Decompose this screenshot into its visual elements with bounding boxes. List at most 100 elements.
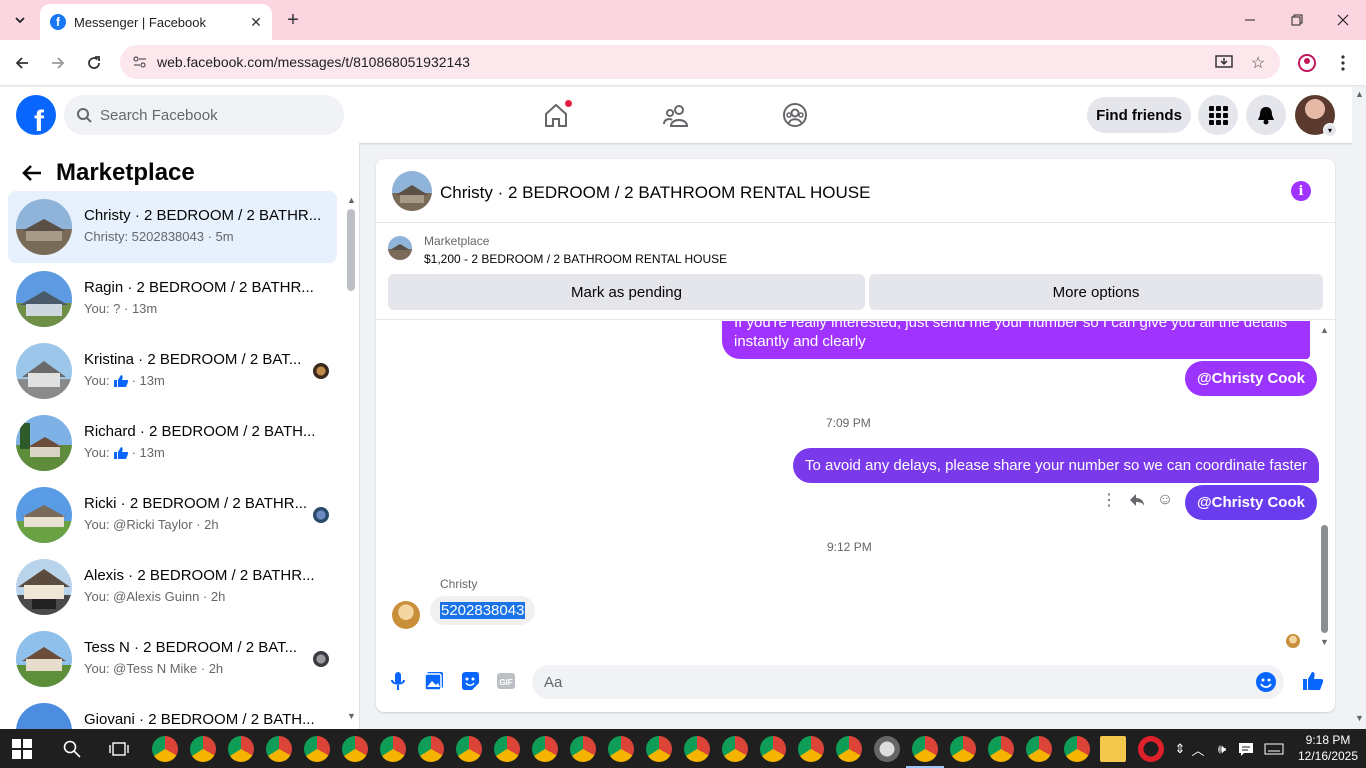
chrome-taskbar-icon[interactable] [988, 736, 1014, 762]
conversation-item[interactable]: Richard · 2 BEDROOM / 2 BATH... You: · 1… [8, 407, 337, 479]
voice-clip-icon[interactable] [386, 669, 410, 693]
friends-nav[interactable] [660, 99, 692, 131]
chrome-taskbar-icon[interactable] [266, 736, 292, 762]
conversation-item[interactable]: Giovani · 2 BEDROOM / 2 BATH... [8, 695, 337, 729]
tab-close-icon[interactable]: ✕ [246, 12, 266, 32]
restore-button[interactable] [1285, 8, 1309, 32]
gif-icon[interactable]: GIF [494, 669, 518, 693]
tab-search-button[interactable] [6, 8, 34, 32]
chat-avatar[interactable] [392, 171, 432, 211]
chrome-taskbar-icon[interactable] [1026, 736, 1052, 762]
sticker-icon[interactable] [458, 669, 482, 693]
file-explorer-icon[interactable] [1100, 736, 1126, 762]
app-taskbar-icon[interactable] [874, 736, 900, 762]
new-tab-button[interactable]: + [282, 9, 304, 31]
chrome-taskbar-icon[interactable] [418, 736, 444, 762]
chrome-taskbar-icon[interactable] [304, 736, 330, 762]
notifications-button[interactable] [1246, 95, 1286, 135]
chrome-taskbar-icon[interactable] [228, 736, 254, 762]
reply-icon[interactable] [1123, 486, 1151, 514]
browser-menu-icon[interactable] [1333, 53, 1353, 73]
chat-title[interactable]: Christy · 2 BEDROOM / 2 BATHROOM RENTAL … [440, 183, 870, 203]
scroll-down-arrow[interactable]: ▼ [1320, 637, 1329, 647]
scroll-down-arrow[interactable]: ▼ [347, 711, 356, 721]
notification-center-icon[interactable] [1236, 739, 1256, 759]
outgoing-message[interactable]: To avoid any delays, please share your n… [793, 448, 1319, 483]
message-input[interactable]: Aa [532, 665, 1284, 699]
chrome-taskbar-icon[interactable] [342, 736, 368, 762]
conversation-item[interactable]: Kristina · 2 BEDROOM / 2 BAT... You: · 1… [8, 335, 337, 407]
outgoing-mention[interactable]: @Christy Cook [1185, 361, 1317, 396]
incoming-message[interactable]: 5202838043 [430, 596, 536, 625]
show-hidden-icons[interactable]: ︿ [1188, 739, 1208, 759]
account-avatar[interactable]: ▾ [1295, 95, 1337, 137]
scroll-up-arrow[interactable]: ▲ [1320, 325, 1329, 335]
scrollbar-thumb[interactable] [1321, 525, 1328, 633]
minimize-button[interactable] [1238, 8, 1262, 32]
keyboard-icon[interactable] [1264, 739, 1284, 759]
sender-avatar[interactable] [392, 601, 420, 629]
react-smiley-icon[interactable]: ☺ [1151, 486, 1179, 514]
chrome-taskbar-icon[interactable] [722, 736, 748, 762]
chrome-taskbar-icon[interactable] [646, 736, 672, 762]
more-actions-icon[interactable]: ⋮ [1095, 486, 1123, 514]
back-button[interactable] [20, 161, 44, 185]
chat-scrollbar[interactable]: ▲ ▼ [1320, 325, 1329, 649]
search-box[interactable]: Search Facebook [64, 95, 344, 135]
back-button[interactable] [10, 51, 34, 75]
conversation-item[interactable]: Alexis · 2 BEDROOM / 2 BATHR... You: @Al… [8, 551, 337, 623]
page-scrollbar[interactable]: ▲ ▼ [1352, 87, 1366, 729]
chrome-taskbar-icon[interactable] [798, 736, 824, 762]
chrome-taskbar-icon[interactable] [684, 736, 710, 762]
taskbar-overflow-icon[interactable]: ⇕ [1170, 739, 1190, 759]
task-view-icon[interactable] [109, 739, 129, 759]
search-icon[interactable] [62, 739, 82, 759]
chrome-taskbar-icon[interactable] [152, 736, 178, 762]
chrome-taskbar-icon[interactable] [950, 736, 976, 762]
volume-icon[interactable]: 🕪 [1212, 739, 1232, 759]
chrome-taskbar-icon[interactable] [836, 736, 862, 762]
chrome-taskbar-icon[interactable] [380, 736, 406, 762]
scroll-up-arrow[interactable]: ▲ [1355, 89, 1364, 99]
chrome-taskbar-icon[interactable] [760, 736, 786, 762]
url-text[interactable]: web.facebook.com/messages/t/810868051932… [157, 54, 470, 70]
window-close-button[interactable] [1331, 8, 1355, 32]
opera-taskbar-icon[interactable] [1138, 736, 1164, 762]
install-app-icon[interactable] [1214, 53, 1234, 73]
chrome-taskbar-icon[interactable] [494, 736, 520, 762]
outgoing-message[interactable]: If you're really interested, just send m… [722, 321, 1310, 359]
taskbar-clock[interactable]: 9:18 PM 12/16/2025 [1296, 732, 1360, 764]
browser-tab[interactable]: f Messenger | Facebook ✕ [40, 4, 272, 40]
scroll-up-arrow[interactable]: ▲ [347, 195, 356, 205]
chrome-taskbar-icon[interactable] [532, 736, 558, 762]
listing-title[interactable]: $1,200 - 2 BEDROOM / 2 BATHROOM RENTAL H… [424, 252, 727, 266]
chrome-taskbar-icon[interactable] [570, 736, 596, 762]
forward-button[interactable] [46, 51, 70, 75]
chrome-taskbar-icon[interactable] [190, 736, 216, 762]
sidebar-scrollbar[interactable]: ▲ ▼ [347, 195, 356, 725]
chrome-taskbar-icon[interactable] [456, 736, 482, 762]
chrome-taskbar-icon-active[interactable] [906, 736, 944, 768]
chrome-taskbar-icon[interactable] [1064, 736, 1090, 762]
find-friends-button[interactable]: Find friends [1087, 97, 1191, 133]
conversation-item[interactable]: Ragin · 2 BEDROOM / 2 BATHR... You: ? · … [8, 263, 337, 335]
emoji-icon[interactable] [1256, 672, 1276, 692]
site-settings-icon[interactable] [132, 54, 148, 70]
profile-icon[interactable] [1297, 53, 1317, 73]
selected-phone-number[interactable]: 5202838043 [440, 602, 526, 619]
home-nav[interactable] [540, 99, 573, 131]
conversation-item[interactable]: Tess N · 2 BEDROOM / 2 BAT... You: @Tess… [8, 623, 337, 695]
chrome-taskbar-icon[interactable] [608, 736, 634, 762]
groups-nav[interactable] [779, 99, 811, 131]
scroll-down-arrow[interactable]: ▼ [1355, 713, 1364, 723]
attach-photo-icon[interactable] [422, 669, 446, 693]
like-send-icon[interactable] [1301, 669, 1325, 693]
windows-start-icon[interactable] [12, 739, 32, 759]
facebook-logo[interactable]: f [16, 95, 56, 135]
conversation-item[interactable]: Christy · 2 BEDROOM / 2 BATHR... Christy… [8, 191, 337, 263]
info-icon[interactable]: i [1291, 181, 1311, 201]
menu-button[interactable] [1198, 95, 1238, 135]
conversation-item[interactable]: Ricki · 2 BEDROOM / 2 BATHR... You: @Ric… [8, 479, 337, 551]
scrollbar-thumb[interactable] [347, 209, 355, 291]
bookmark-star-icon[interactable]: ☆ [1248, 53, 1268, 73]
